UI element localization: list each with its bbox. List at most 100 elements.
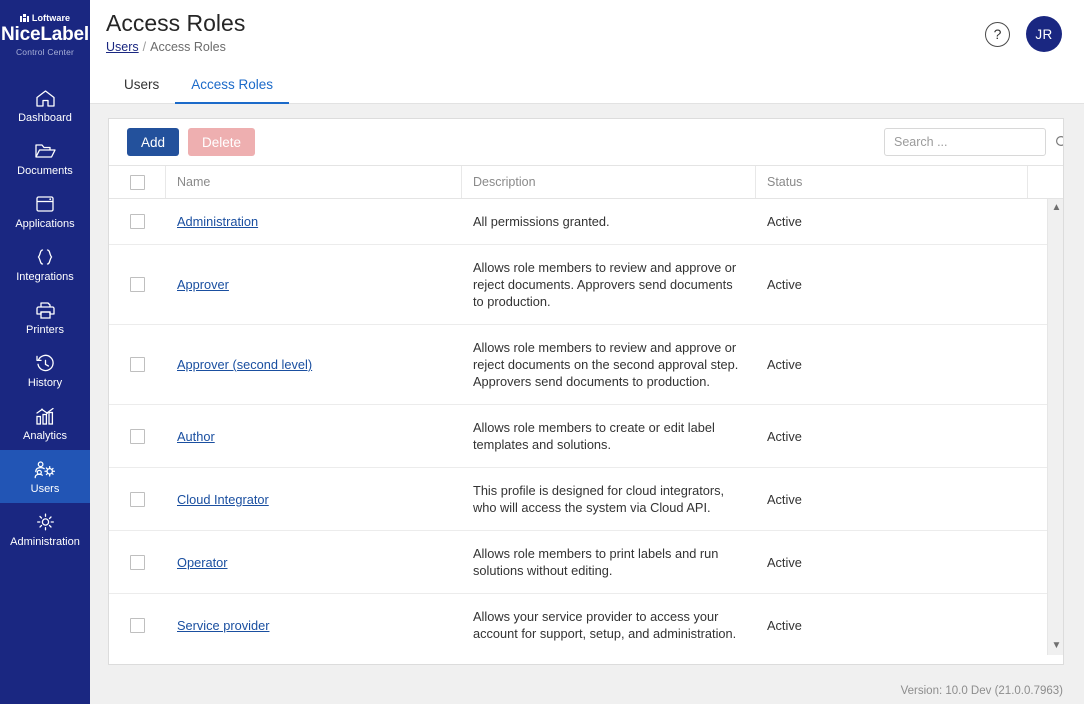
- row-select-cell: [109, 245, 166, 324]
- magnifier-icon[interactable]: [1055, 135, 1063, 149]
- content-area: Add Delete Name: [90, 104, 1084, 678]
- users-gear-icon: [33, 458, 57, 480]
- table-vertical-scrollbar[interactable]: ▲ ▼: [1047, 199, 1063, 655]
- table-row[interactable]: Approver (second level) Allows role memb…: [109, 325, 1047, 405]
- row-name-cell: Approver: [166, 245, 462, 324]
- select-all-cell: [109, 166, 166, 198]
- role-link[interactable]: Administration: [177, 213, 258, 230]
- column-header-status[interactable]: Status: [756, 166, 1028, 198]
- row-status: Active: [767, 617, 802, 633]
- row-name-cell: Author: [166, 405, 462, 467]
- row-name-cell: Administration: [166, 199, 462, 244]
- row-select-cell: [109, 594, 166, 655]
- braces-icon: [33, 246, 57, 268]
- sidebar-item-applications[interactable]: Applications: [0, 185, 90, 238]
- table-header-row: Name Description Status: [109, 165, 1063, 199]
- tab-users[interactable]: Users: [108, 66, 175, 104]
- sidebar-item-analytics[interactable]: Analytics: [0, 397, 90, 450]
- row-description: Allows role members to print labels and …: [473, 546, 719, 578]
- add-button[interactable]: Add: [127, 128, 180, 156]
- role-link[interactable]: Operator: [177, 554, 228, 571]
- select-all-checkbox[interactable]: [129, 174, 145, 190]
- tab-access-roles[interactable]: Access Roles: [175, 66, 290, 104]
- sidebar-label: History: [27, 377, 63, 389]
- control-center-subtitle: Control Center: [15, 47, 75, 57]
- row-select-cell: [109, 325, 166, 404]
- gear-icon: [33, 511, 57, 533]
- question-mark-icon[interactable]: ?: [985, 21, 1010, 47]
- sidebar-label: Documents: [17, 165, 73, 177]
- row-description: This profile is designed for cloud integ…: [473, 483, 725, 515]
- row-status: Active: [767, 491, 802, 507]
- table-row[interactable]: Administration All permissions granted. …: [109, 199, 1047, 245]
- breadcrumb-link-users[interactable]: Users: [106, 40, 139, 54]
- column-header-spacer: [1028, 166, 1063, 198]
- top-bar: Access Roles Users / Access Roles ? JR: [90, 0, 1084, 66]
- sidebar-nav: Dashboard Documents Applications Integra…: [0, 79, 90, 556]
- row-checkbox[interactable]: [130, 277, 145, 292]
- table-row[interactable]: Approver Allows role members to review a…: [109, 245, 1047, 325]
- row-checkbox[interactable]: [130, 357, 145, 372]
- access-roles-panel: Add Delete Name: [108, 118, 1064, 665]
- row-checkbox[interactable]: [130, 491, 145, 507]
- role-link[interactable]: Approver: [177, 276, 229, 293]
- sidebar-item-history[interactable]: History: [0, 344, 90, 397]
- row-checkbox[interactable]: [130, 428, 145, 444]
- sidebar-label: Applications: [15, 218, 75, 230]
- breadcrumb-separator: /: [142, 40, 147, 54]
- chevron-up-icon[interactable]: ▲: [1052, 199, 1062, 217]
- sidebar-item-administration[interactable]: Administration: [0, 503, 90, 556]
- sidebar: Loftware NiceLabel Control Center Dashbo…: [0, 0, 90, 704]
- table-rows: Administration All permissions granted. …: [109, 199, 1047, 655]
- brand-logo: Loftware NiceLabel Control Center: [0, 0, 90, 67]
- sidebar-item-documents[interactable]: Documents: [0, 132, 90, 185]
- table-row[interactable]: Service provider Allows your service pro…: [109, 594, 1047, 655]
- row-description: Allows role members to review and approv…: [473, 260, 737, 309]
- row-select-cell: [109, 468, 166, 530]
- avatar[interactable]: JR: [1026, 16, 1062, 52]
- sidebar-label: Dashboard: [18, 112, 72, 124]
- row-description: Allows your service provider to access y…: [473, 609, 737, 641]
- role-link[interactable]: Cloud Integrator: [177, 491, 269, 508]
- row-checkbox[interactable]: [130, 554, 145, 570]
- role-link[interactable]: Service provider: [177, 617, 269, 634]
- main-area: Access Roles Users / Access Roles ? JR Use…: [90, 0, 1084, 704]
- row-checkbox[interactable]: [130, 617, 145, 633]
- delete-button[interactable]: Delete: [188, 128, 256, 156]
- sidebar-item-integrations[interactable]: Integrations: [0, 238, 90, 291]
- printer-icon: [33, 299, 57, 321]
- row-status: Active: [767, 277, 802, 292]
- loftware-wordmark: Loftware: [31, 12, 71, 23]
- row-description: Allows role members to review and approv…: [473, 340, 739, 389]
- sidebar-item-printers[interactable]: Printers: [0, 291, 90, 344]
- version-label: Version: 10.0 Dev (21.0.0.7963): [900, 685, 1063, 697]
- row-name-cell: Cloud Integrator: [166, 468, 462, 530]
- row-status: Active: [767, 214, 802, 229]
- table-row[interactable]: Author Allows role members to create or …: [109, 405, 1047, 468]
- row-select-cell: [109, 405, 166, 467]
- column-header-name[interactable]: Name: [166, 166, 462, 198]
- column-header-description[interactable]: Description: [462, 166, 756, 198]
- sidebar-item-dashboard[interactable]: Dashboard: [0, 79, 90, 132]
- row-name-cell: Operator: [166, 531, 462, 593]
- row-name-cell: Service provider: [166, 594, 462, 655]
- table-row[interactable]: Operator Allows role members to print la…: [109, 531, 1047, 594]
- window-icon: [33, 193, 57, 215]
- role-link[interactable]: Approver (second level): [177, 356, 312, 373]
- page-title: Access Roles: [106, 10, 246, 36]
- row-status: Active: [767, 357, 802, 372]
- sidebar-item-users[interactable]: Users: [0, 450, 90, 503]
- search-input[interactable]: [894, 135, 1055, 149]
- row-description: Allows role members to create or edit la…: [473, 420, 715, 452]
- chevron-down-icon[interactable]: ▼: [1052, 637, 1062, 655]
- table-row[interactable]: Cloud Integrator This profile is designe…: [109, 468, 1047, 531]
- breadcrumb-current: Access Roles: [150, 40, 226, 54]
- loftware-mark-icon: [19, 13, 29, 22]
- table-toolbar: Add Delete: [109, 119, 1063, 165]
- search-box[interactable]: [884, 128, 1063, 156]
- sidebar-label: Administration: [10, 536, 80, 548]
- row-checkbox[interactable]: [130, 214, 145, 229]
- top-bar-actions: ? JR: [985, 16, 1062, 52]
- role-link[interactable]: Author: [177, 428, 215, 445]
- row-status: Active: [767, 428, 802, 444]
